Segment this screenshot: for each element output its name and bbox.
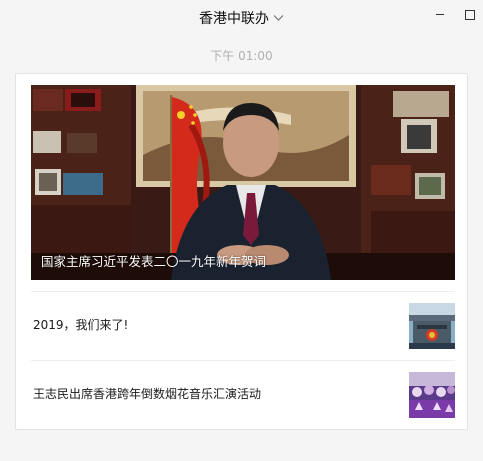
article-item-2[interactable]: 王志民出席香港跨年倒数烟花音乐汇演活动 — [31, 361, 455, 429]
article-card: 国家主席习近平发表二〇一九年新年贺词 2019，我们来了! 王志民出席香港跨年倒… — [15, 73, 468, 430]
cover-article[interactable]: 国家主席习近平发表二〇一九年新年贺词 — [31, 85, 455, 280]
cover-caption: 国家主席习近平发表二〇一九年新年贺词 — [41, 254, 267, 269]
article-thumbnail — [409, 372, 455, 418]
article-thumbnail — [409, 303, 455, 349]
article-item-1[interactable]: 2019，我们来了! — [31, 292, 455, 360]
minimize-icon[interactable] — [432, 6, 448, 22]
article-title: 2019，我们来了! — [33, 318, 129, 332]
maximize-icon[interactable] — [462, 6, 478, 22]
title-bar: 香港中联办 — [0, 0, 483, 34]
article-title: 王志民出席香港跨年倒数烟花音乐汇演活动 — [33, 387, 262, 401]
chat-title[interactable]: 香港中联办 — [0, 8, 483, 28]
chevron-down-icon[interactable] — [273, 12, 284, 25]
chat-title-text: 香港中联办 — [199, 11, 269, 27]
message-timestamp: 下午 01:00 — [210, 49, 273, 63]
